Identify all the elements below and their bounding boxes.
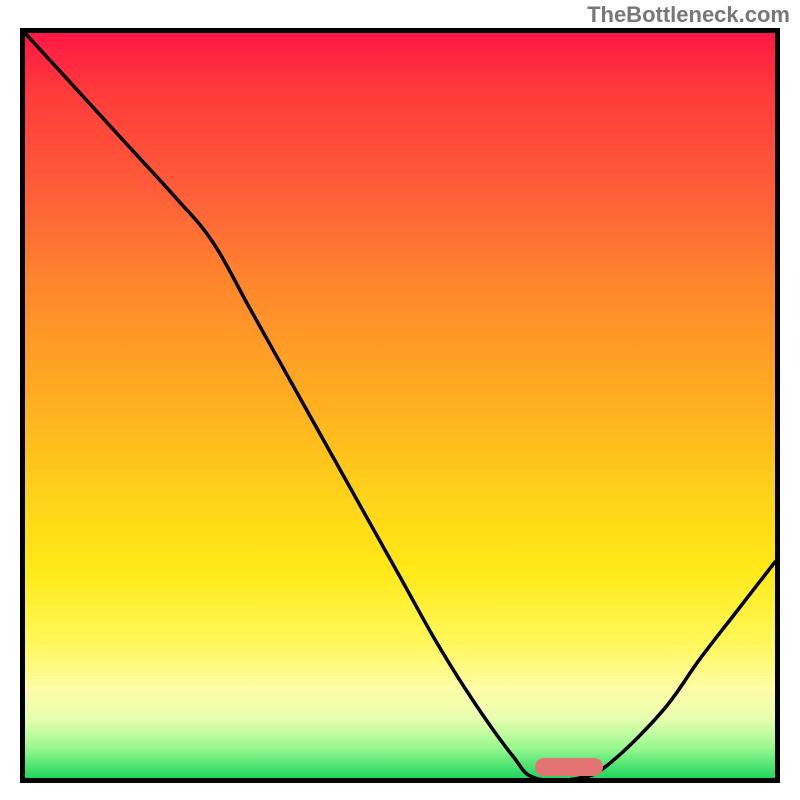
bottleneck-curve (25, 33, 775, 778)
plot-area (20, 28, 780, 783)
optimal-range-marker (535, 758, 603, 776)
watermark-label: TheBottleneck.com (587, 2, 790, 28)
chart-root: TheBottleneck.com (0, 0, 800, 800)
curve-path (25, 33, 775, 778)
